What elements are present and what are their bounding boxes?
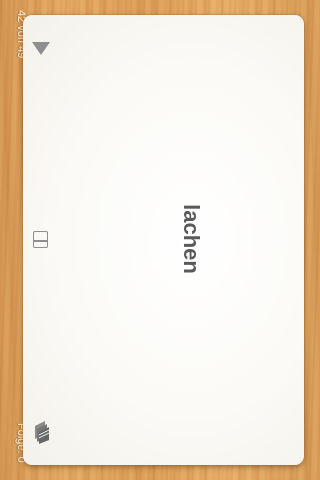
triangle-down-icon[interactable] (32, 42, 50, 55)
flashcard[interactable]: lachen (23, 15, 304, 465)
card-stack-icon[interactable] (33, 420, 51, 444)
card-word: lachen (179, 204, 204, 274)
card-flip-icon[interactable] (33, 231, 48, 248)
